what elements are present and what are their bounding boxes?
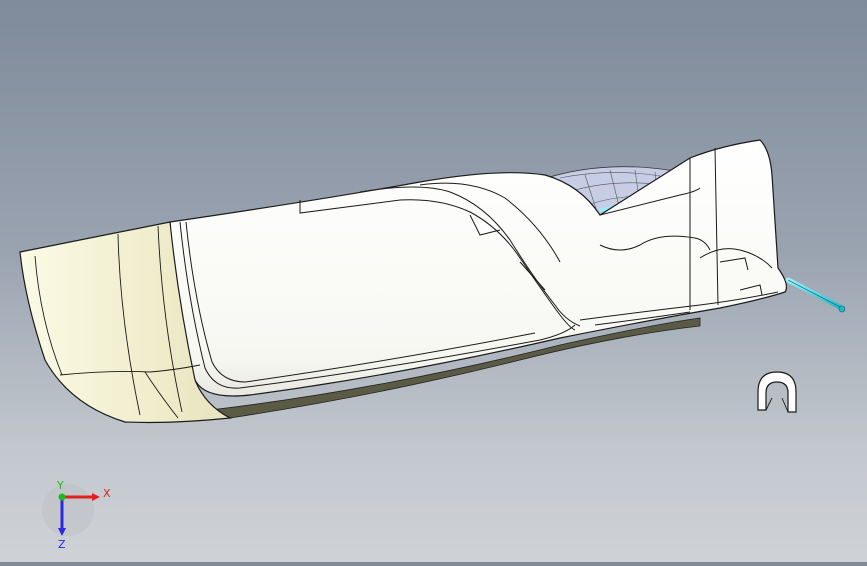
mirror-housing-part[interactable]: [19, 139, 846, 424]
x-axis-label: X: [103, 487, 111, 500]
graphics-viewport[interactable]: X Y Z: [0, 0, 867, 562]
triad-shadow: [42, 484, 94, 536]
y-axis-point: [58, 493, 66, 501]
z-axis-label: Z: [58, 538, 66, 551]
coordinate-triad: X Y Z: [42, 479, 111, 551]
pivot-rod: [785, 277, 846, 313]
y-axis-label: Y: [56, 479, 64, 492]
main-body-surface: [169, 139, 788, 397]
spring-clip-part[interactable]: [757, 371, 797, 413]
x-axis-arrowhead: [92, 493, 100, 501]
